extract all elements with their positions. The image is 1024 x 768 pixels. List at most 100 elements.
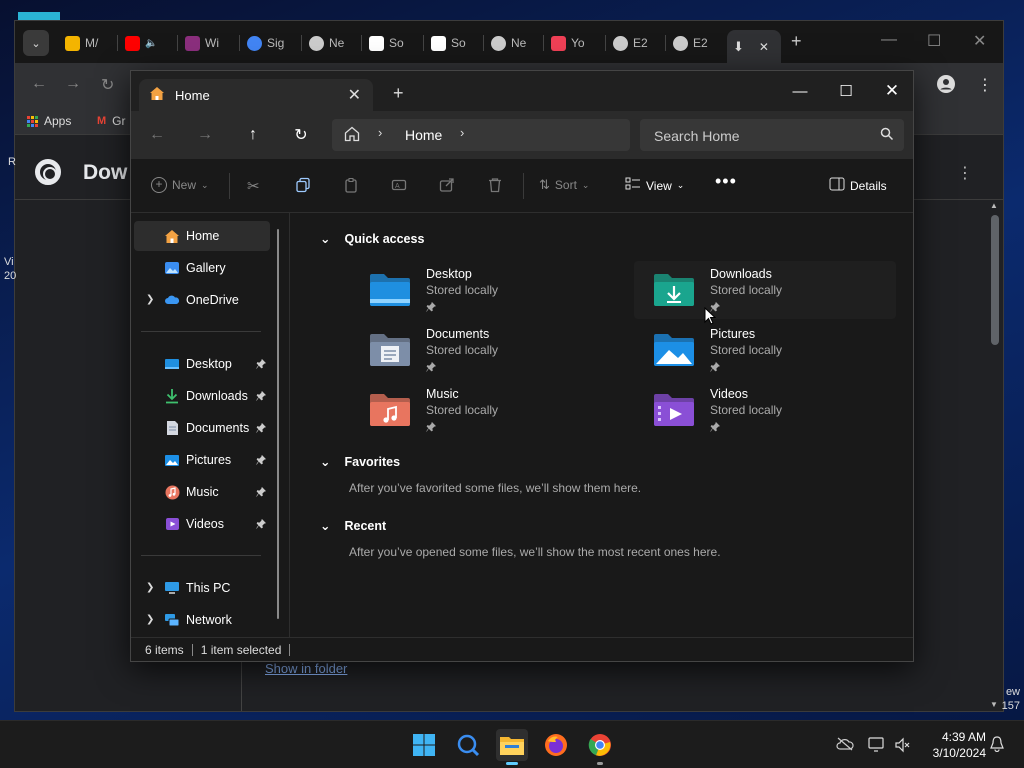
new-button[interactable]: + New ⌄: [151, 177, 209, 193]
item-name: Pictures: [710, 327, 756, 341]
volume-muted-icon[interactable]: [894, 737, 910, 756]
tab-search-button[interactable]: ⌄: [23, 30, 49, 56]
network-status-icon[interactable]: [868, 737, 886, 756]
breadcrumb-chevron-icon[interactable]: ›: [378, 125, 382, 140]
sidebar-item-onedrive[interactable]: ❯ OneDrive: [134, 285, 270, 315]
taskbar-search-button[interactable]: [452, 729, 484, 761]
share-icon[interactable]: [439, 177, 455, 193]
copy-icon[interactable]: [295, 177, 311, 193]
new-tab-button[interactable]: +: [791, 31, 802, 52]
chrome-scrollbar[interactable]: ▲ ▼: [989, 199, 1001, 711]
search-input[interactable]: Search Home: [640, 119, 904, 151]
chrome-tab[interactable]: 🔈: [119, 30, 179, 56]
sidebar-item-documents[interactable]: Documents: [134, 413, 270, 443]
sidebar-item-gallery[interactable]: Gallery: [134, 253, 270, 283]
chevron-right-icon[interactable]: ❯: [146, 582, 154, 593]
recent-header[interactable]: ⌄ Recent: [320, 518, 386, 534]
bookmark-gmail[interactable]: M Gr: [97, 114, 126, 128]
minimize-button[interactable]: —: [777, 77, 823, 105]
sort-button[interactable]: ⇅ Sort ⌄: [539, 177, 589, 193]
breadcrumb-chevron-icon[interactable]: ›: [460, 125, 464, 140]
chrome-tab[interactable]: M/: [59, 30, 119, 56]
view-label: View: [646, 178, 672, 193]
chrome-close-button[interactable]: ✕: [973, 31, 986, 51]
taskbar-file-explorer[interactable]: [496, 729, 528, 765]
sidebar-item-music[interactable]: Music: [134, 477, 270, 507]
profile-icon[interactable]: [937, 75, 955, 98]
chrome-tab[interactable]: Ne: [485, 30, 545, 56]
chrome-tab[interactable]: E2: [667, 30, 727, 56]
sidebar-item-label: Downloads: [186, 389, 248, 403]
quick-access-header[interactable]: ⌄ Quick access: [320, 231, 424, 247]
sidebar-scrollbar[interactable]: [277, 229, 279, 619]
sidebar-item-this-pc[interactable]: ❯ This PC: [134, 573, 270, 603]
chrome-tab[interactable]: Ne: [303, 30, 363, 56]
sidebar-item-videos[interactable]: Videos: [134, 509, 270, 539]
quick-access-item-downloads[interactable]: Downloads Stored locally: [634, 261, 896, 319]
home-icon: [164, 229, 180, 243]
view-button[interactable]: View ⌄: [625, 177, 684, 194]
sidebar-item-pictures[interactable]: Pictures: [134, 445, 270, 475]
sidebar-item-downloads[interactable]: Downloads: [134, 381, 270, 411]
start-button[interactable]: [408, 729, 440, 761]
quick-access-item-music[interactable]: Music Stored locally: [350, 381, 612, 439]
taskbar-firefox[interactable]: [540, 729, 572, 761]
close-button[interactable]: ✕: [869, 77, 915, 105]
chrome-tab-downloads[interactable]: ⬇ ✕: [727, 30, 781, 63]
forward-icon[interactable]: →: [65, 75, 81, 93]
more-options-icon[interactable]: •••: [715, 171, 737, 192]
chrome-minimize-button[interactable]: —: [881, 31, 897, 49]
quick-access-item-documents[interactable]: Documents Stored locally: [350, 321, 612, 379]
sidebar-item-label: Home: [186, 229, 220, 243]
chrome-tab[interactable]: Yo: [545, 30, 605, 56]
chrome-tab[interactable]: So: [363, 30, 423, 56]
scroll-up-icon[interactable]: ▲: [990, 201, 998, 210]
downloads-menu-icon[interactable]: ⋮: [957, 163, 973, 183]
sidebar-item-desktop[interactable]: Desktop: [134, 349, 270, 379]
chrome-tab[interactable]: So: [425, 30, 485, 56]
home-outline-icon[interactable]: [344, 126, 360, 145]
rename-icon[interactable]: A: [391, 177, 407, 193]
sidebar-item-network[interactable]: ❯ Network: [134, 605, 270, 635]
quick-access-item-videos[interactable]: Videos Stored locally: [634, 381, 896, 439]
chrome-tab[interactable]: Sig: [241, 30, 301, 56]
tab-close-icon[interactable]: ✕: [348, 85, 361, 105]
chevron-right-icon[interactable]: ❯: [146, 614, 154, 625]
clock[interactable]: 4:39 AM 3/10/2024: [920, 729, 986, 761]
details-button[interactable]: Details: [829, 177, 887, 194]
cut-icon[interactable]: ✂: [247, 177, 260, 195]
chrome-maximize-button[interactable]: ☐: [927, 31, 941, 51]
delete-icon[interactable]: [487, 177, 503, 193]
chrome-tab[interactable]: E2: [607, 30, 667, 56]
back-icon[interactable]: ←: [145, 124, 169, 146]
back-icon[interactable]: ←: [31, 75, 47, 93]
chrome-tab[interactable]: Wi: [179, 30, 239, 56]
chrome-menu-icon[interactable]: ⋮: [977, 75, 993, 95]
taskbar-chrome[interactable]: [584, 729, 616, 765]
explorer-tab-home[interactable]: Home ✕: [139, 79, 373, 111]
chevron-down-icon: ⌄: [201, 179, 209, 190]
forward-icon[interactable]: →: [193, 124, 217, 146]
address-bar[interactable]: › Home ›: [332, 119, 630, 151]
quick-access-item-pictures[interactable]: Pictures Stored locally: [634, 321, 896, 379]
scroll-down-icon[interactable]: ▼: [990, 700, 998, 709]
quick-access-item-desktop[interactable]: Desktop Stored locally: [350, 261, 612, 319]
refresh-icon[interactable]: ↻: [289, 124, 313, 146]
show-in-folder-link[interactable]: Show in folder: [265, 661, 347, 676]
tab-close-icon[interactable]: ✕: [759, 40, 769, 54]
up-icon[interactable]: ↑: [241, 124, 265, 146]
breadcrumb-home[interactable]: Home: [405, 127, 442, 143]
paste-icon[interactable]: [343, 177, 359, 193]
bookmark-apps[interactable]: Apps: [27, 114, 71, 128]
reload-icon[interactable]: ↻: [101, 75, 114, 95]
maximize-button[interactable]: ☐: [823, 77, 869, 105]
chrome-tab-label: Wi: [205, 36, 219, 50]
cloud-offline-icon[interactable]: [836, 737, 854, 754]
chevron-right-icon[interactable]: ❯: [146, 294, 154, 305]
explorer-new-tab-button[interactable]: +: [393, 83, 404, 104]
speaker-icon[interactable]: 🔈: [145, 38, 157, 49]
scrollbar-thumb[interactable]: [991, 215, 999, 345]
favorites-header[interactable]: ⌄ Favorites: [320, 454, 400, 470]
sidebar-item-home[interactable]: Home: [134, 221, 270, 251]
notification-bell-icon[interactable]: [990, 736, 1004, 755]
